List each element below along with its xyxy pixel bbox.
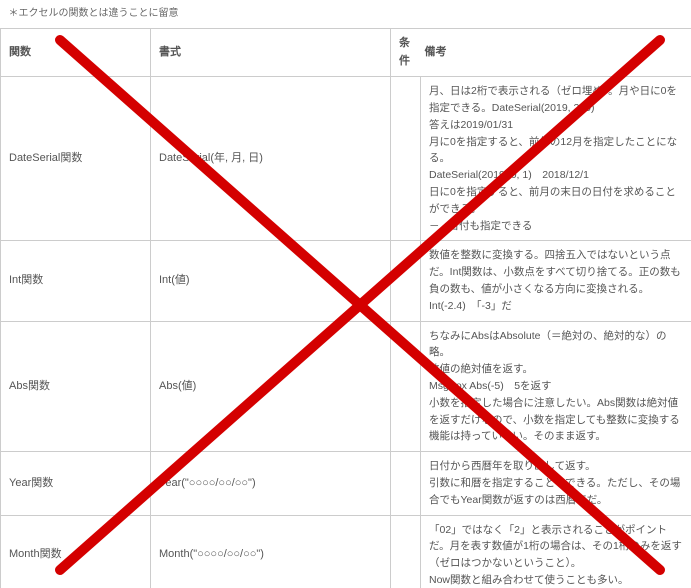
cell-name: Month関数 xyxy=(1,515,151,588)
table-row: Int関数Int(値) 数値を整数に変換する。四捨五入ではないという点だ。Int関… xyxy=(1,241,691,321)
cell-cond xyxy=(391,321,421,452)
cell-name: Int関数 xyxy=(1,241,151,321)
cell-expr: Int(値) xyxy=(151,241,391,321)
cell-note: 「02」ではなく「2」と表示されることがポイントだ。月を表す数値が1桁の場合は、… xyxy=(421,515,691,588)
table-row: DateSerial関数DateSerial(年, 月, 日)月、日は2桁で表示… xyxy=(1,77,691,241)
table-row: Month関数Month("○○○○/○○/○○") 「02」ではなく「2」と表示… xyxy=(1,515,691,588)
cell-expr: Month("○○○○/○○/○○") xyxy=(151,515,391,588)
cell-expr: Abs(値) xyxy=(151,321,391,452)
cell-expr: DateSerial(年, 月, 日) xyxy=(151,77,391,241)
cell-note: 月、日は2桁で表示される（ゼロ埋め）。月や日に0を指定できる。DateSeria… xyxy=(421,77,691,241)
header-cond: 条件 xyxy=(391,29,421,77)
cell-note: 数値を整数に変換する。四捨五入ではないという点だ。Int関数は、小数点をすべて切… xyxy=(421,241,691,321)
cell-name: Abs関数 xyxy=(1,321,151,452)
cell-expr: Year("○○○○/○○/○○") xyxy=(151,452,391,515)
cell-name: DateSerial関数 xyxy=(1,77,151,241)
table-row: Year関数Year("○○○○/○○/○○") 日付から西暦年を取り出して返す。… xyxy=(1,452,691,515)
cell-note: ちなみにAbsはAbsolute（＝絶対の、絶対的な）の略。 数値の絶対値を返す… xyxy=(421,321,691,452)
cell-cond xyxy=(391,452,421,515)
header-note: 備考 xyxy=(421,29,691,77)
table-row: Abs関数Abs(値)ちなみにAbsはAbsolute（＝絶対の、絶対的な）の略… xyxy=(1,321,691,452)
cell-note: 日付から西暦年を取り出して返す。 引数に和暦を指定することもできる。ただし、その… xyxy=(421,452,691,515)
cell-cond xyxy=(391,515,421,588)
header-name: 関数 xyxy=(1,29,151,77)
sheet-caption: ＊エクセルの関数とは違うことに留意 xyxy=(1,0,691,29)
header-row: 関数 書式 条件 備考 xyxy=(1,29,691,77)
cell-cond xyxy=(391,241,421,321)
sheet-container: ＊エクセルの関数とは違うことに留意 関数 書式 条件 備考 DateSerial… xyxy=(0,0,691,588)
function-table: ＊エクセルの関数とは違うことに留意 関数 書式 条件 備考 DateSerial… xyxy=(0,0,691,588)
header-expr: 書式 xyxy=(151,29,391,77)
cell-cond xyxy=(391,77,421,241)
cell-name: Year関数 xyxy=(1,452,151,515)
caption-row: ＊エクセルの関数とは違うことに留意 xyxy=(1,0,691,29)
